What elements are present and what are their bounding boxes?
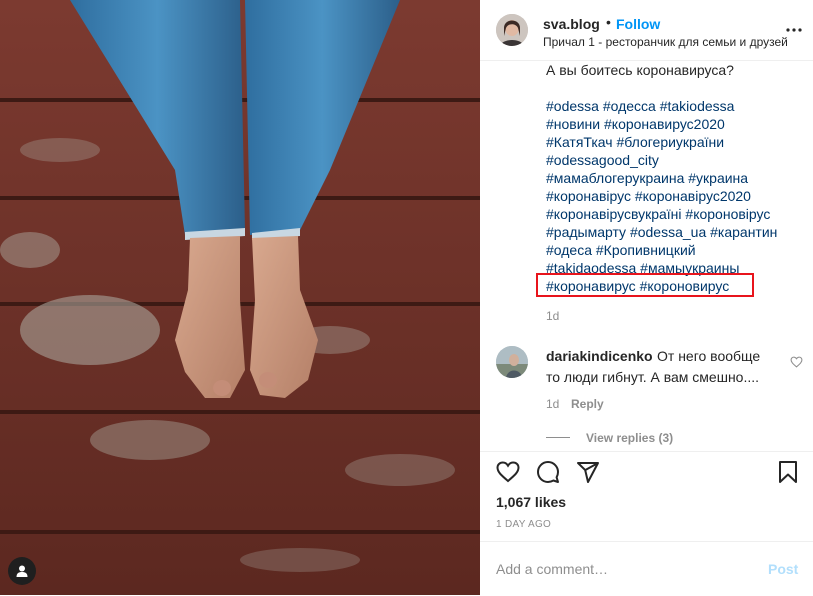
user-tag-button[interactable] [8,557,36,585]
comment-text-line1: От него вообще [657,348,761,364]
caption-hashtags[interactable]: #коронавірус #коронавірус2020 [546,188,751,204]
caption-hashtags[interactable]: #новини #коронавирус2020 [546,116,725,132]
likes-count[interactable]: 1,067 likes [496,494,566,510]
user-tag-icon [16,565,28,577]
header-separator: • [606,14,611,30]
post-photo[interactable] [0,0,480,595]
post-time[interactable]: 1 DAY AGO [496,519,551,530]
reply-button[interactable]: Reply [571,397,604,411]
commenter-avatar[interactable] [496,346,528,378]
comment-like-heart-icon[interactable] [790,356,803,368]
post-panel: sva.blog • Follow Причал 1 - ресторанчик… [480,0,813,595]
view-replies-divider [546,437,570,438]
post-comment-button[interactable]: Post [768,561,798,577]
author-avatar-image [496,14,528,46]
caption-hashtags[interactable]: #odessa #одесса #takiodessa [546,98,734,114]
author-avatar[interactable] [496,14,528,46]
post-header: sva.blog • Follow Причал 1 - ресторанчик… [480,0,813,61]
comment-text-line2: то люди гибнут. А вам смешно.... [546,369,760,385]
caption-time[interactable]: 1d [546,309,559,323]
comment-composer: Post [480,541,813,596]
caption-hashtags[interactable]: #коронавірусвукраїні #короновірус [546,206,770,222]
location-link[interactable]: Причал 1 - ресторанчик для семьи и друзе… [543,35,788,49]
caption-scroll-area[interactable]: А вы боитесь коронавируса? #odessa #одес… [480,61,813,451]
highlight-box [536,273,754,297]
caption-hashtags[interactable]: #радымарту #odessa_ua #карантин [546,224,777,240]
heart-icon[interactable] [496,460,520,484]
caption-hashtags[interactable]: #одеса #Кропивницкий [546,242,696,258]
photo-illustration [0,0,480,595]
comment-input[interactable] [496,558,746,580]
caption-hashtags[interactable]: #КатяТкач #блогериукраїни [546,134,724,150]
caption-hashtags[interactable]: #мамаблогерукраина #украина [546,170,748,186]
author-username[interactable]: sva.blog [543,16,600,32]
comment-icon[interactable] [536,460,560,484]
caption-text: А вы боитесь коронавируса? [546,62,734,78]
commenter-avatar-image [496,346,528,378]
comment-time[interactable]: 1d [546,397,559,411]
commenter-username[interactable]: dariakindicenko [546,348,653,364]
follow-button[interactable]: Follow [616,16,660,32]
bookmark-icon[interactable] [776,460,800,484]
post-actions: 1,067 likes 1 DAY AGO [480,451,813,542]
share-icon[interactable] [576,460,600,484]
more-icon[interactable] [784,20,804,40]
view-replies-button[interactable]: View replies (3) [586,431,673,445]
caption-hashtags[interactable]: #odessagood_city [546,152,659,168]
